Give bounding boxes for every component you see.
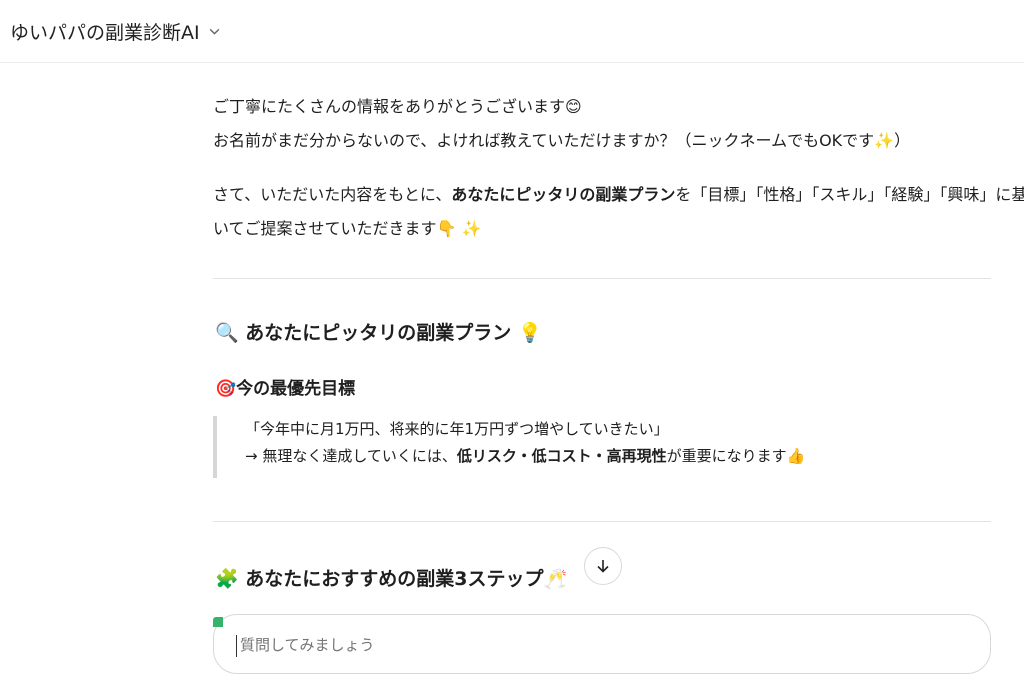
puzzle-emoji-icon: 🧩: [215, 568, 239, 590]
steps-heading: 🧩 あなたにおすすめの副業3ステップ🥂: [215, 568, 568, 590]
intro-line-4: いてご提案させていただきます👇 ✨: [213, 219, 482, 238]
target-emoji-icon: 🎯: [215, 379, 237, 399]
goal-quote: 「今年中に月1万円、将来的に年1万円ずつ増やしていきたい」 → 無理なく達成して…: [213, 416, 913, 478]
divider: [213, 278, 991, 279]
intro-line-3: さて、いただいた内容をもとに、あなたにピッタリの副業プランを「目標」「性格」「ス…: [213, 185, 1024, 204]
magnifier-emoji-icon: 🔍: [215, 322, 239, 344]
arrow-down-icon: [597, 560, 609, 573]
scroll-to-bottom-button[interactable]: [584, 547, 622, 585]
plan-heading: 🔍 あなたにピッタリの副業プラン 💡: [215, 322, 542, 344]
toast-emoji-icon: 🥂: [543, 568, 568, 590]
green-corner-marker: [213, 617, 223, 627]
divider: [213, 521, 991, 522]
quote-line-2: → 無理なく達成していくには、低リスク・低コスト・高再現性が重要になります👍: [245, 447, 806, 465]
message-input[interactable]: [238, 635, 842, 655]
message-composer[interactable]: [213, 614, 991, 674]
intro-line-1: ご丁寧にたくさんの情報をありがとうございます😊: [213, 97, 582, 116]
top-bar: ゆいパパの副業診断AI: [0, 0, 1024, 63]
smile-emoji-icon: 😊: [565, 97, 582, 116]
pointing-emoji-icon: 👇 ✨: [436, 219, 482, 238]
model-selector[interactable]: ゆいパパの副業診断AI: [10, 18, 221, 45]
thumbs-up-emoji-icon: 👍: [786, 447, 806, 465]
intro-line-2: お名前がまだ分からないので、よければ教えていただけますか？（ニックネームでもOK…: [213, 131, 911, 150]
chevron-down-icon: [209, 28, 219, 35]
quote-line-1: 「今年中に月1万円、将来的に年1万円ずつ増やしていきたい」: [245, 420, 669, 438]
sparkles-emoji-icon: ✨: [874, 131, 895, 150]
bulb-emoji-icon: 💡: [517, 322, 542, 344]
goal-heading: 🎯今の最優先目標: [215, 379, 356, 399]
text-caret: [236, 635, 237, 657]
model-name: ゆいパパの副業診断AI: [10, 22, 200, 44]
